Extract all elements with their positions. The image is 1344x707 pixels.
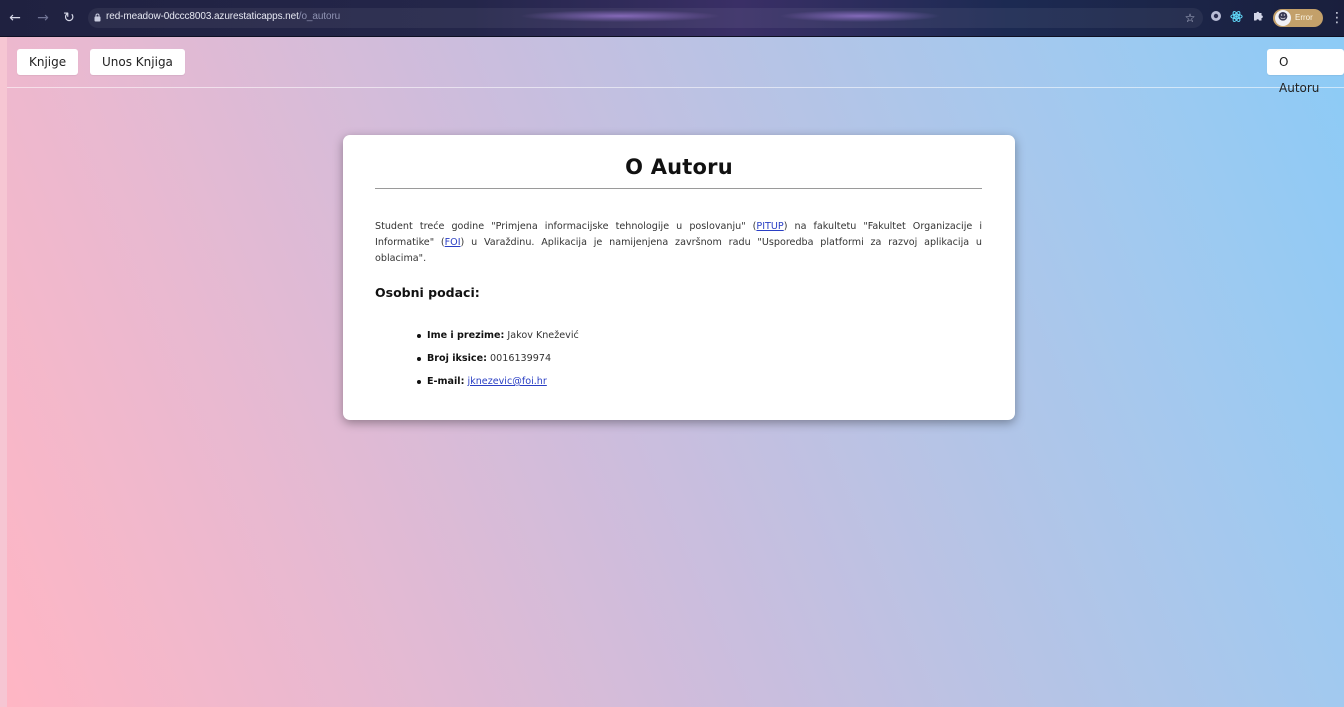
- list-item-student-id: Broj iksice: 0016139974: [415, 351, 579, 374]
- about-card: O Autoru Student treće godine "Primjena …: [343, 135, 1015, 420]
- avatar: ☻: [1275, 10, 1291, 26]
- detail-label: Broj iksice:: [427, 353, 487, 364]
- profile-status-label: Error: [1295, 13, 1313, 22]
- react-devtools-icon[interactable]: [1228, 10, 1244, 26]
- nav-about-button[interactable]: O Autoru: [1267, 49, 1344, 95]
- pitup-link[interactable]: PITUP: [756, 221, 783, 232]
- section-title: Osobni podaci:: [375, 285, 480, 300]
- extension-circle-icon[interactable]: [1208, 10, 1224, 26]
- detail-value: 0016139974: [490, 353, 552, 364]
- list-item-full-name: Ime i prezime: Jakov Knežević: [415, 328, 579, 351]
- list-item-email: E-mail: jknezevic@foi.hr: [415, 374, 579, 397]
- email-link[interactable]: jknezevic@foi.hr: [467, 376, 546, 387]
- intro-paragraph: Student treće godine "Primjena informaci…: [375, 219, 982, 267]
- browser-toolbar: ← → ↻ red-meadow-0dccc8003.azurestaticap…: [0, 0, 1344, 37]
- lock-icon: [94, 13, 101, 22]
- profile-button[interactable]: ☻ Error: [1273, 9, 1323, 27]
- foi-link[interactable]: FOI: [445, 237, 461, 248]
- top-navigation: Knjige Unos Knjiga O Autoru: [7, 37, 1344, 95]
- url-text[interactable]: red-meadow-0dccc8003.azurestaticapps.net…: [106, 11, 340, 22]
- kebab-menu-icon[interactable]: ⋮: [1330, 9, 1344, 27]
- title-divider: [375, 188, 982, 189]
- url-host: red-meadow-0dccc8003.azurestaticapps.net: [106, 11, 299, 22]
- back-arrow-icon[interactable]: ←: [6, 9, 24, 27]
- detail-label: Ime i prezime:: [427, 330, 505, 341]
- personal-details-list: Ime i prezime: Jakov Knežević Broj iksic…: [415, 328, 579, 397]
- url-path: /o_autoru: [298, 11, 341, 22]
- page-background: Knjige Unos Knjiga O Autoru O Autoru Stu…: [7, 37, 1344, 707]
- star-icon[interactable]: ☆: [1182, 10, 1198, 26]
- page-title: O Autoru: [625, 155, 733, 179]
- detail-value: Jakov Knežević: [507, 330, 579, 341]
- detail-label: E-mail:: [427, 376, 465, 387]
- intro-text-1: Student treće godine "Primjena informaci…: [375, 221, 757, 232]
- reload-icon[interactable]: ↻: [60, 9, 78, 27]
- nav-add-book-button[interactable]: Unos Knjiga: [90, 49, 185, 75]
- nav-books-button[interactable]: Knjige: [17, 49, 79, 75]
- puzzle-icon[interactable]: [1250, 10, 1266, 26]
- intro-text-3: ) u Varaždinu. Aplikacija je namijenjena…: [375, 237, 982, 264]
- forward-arrow-icon[interactable]: →: [34, 9, 52, 27]
